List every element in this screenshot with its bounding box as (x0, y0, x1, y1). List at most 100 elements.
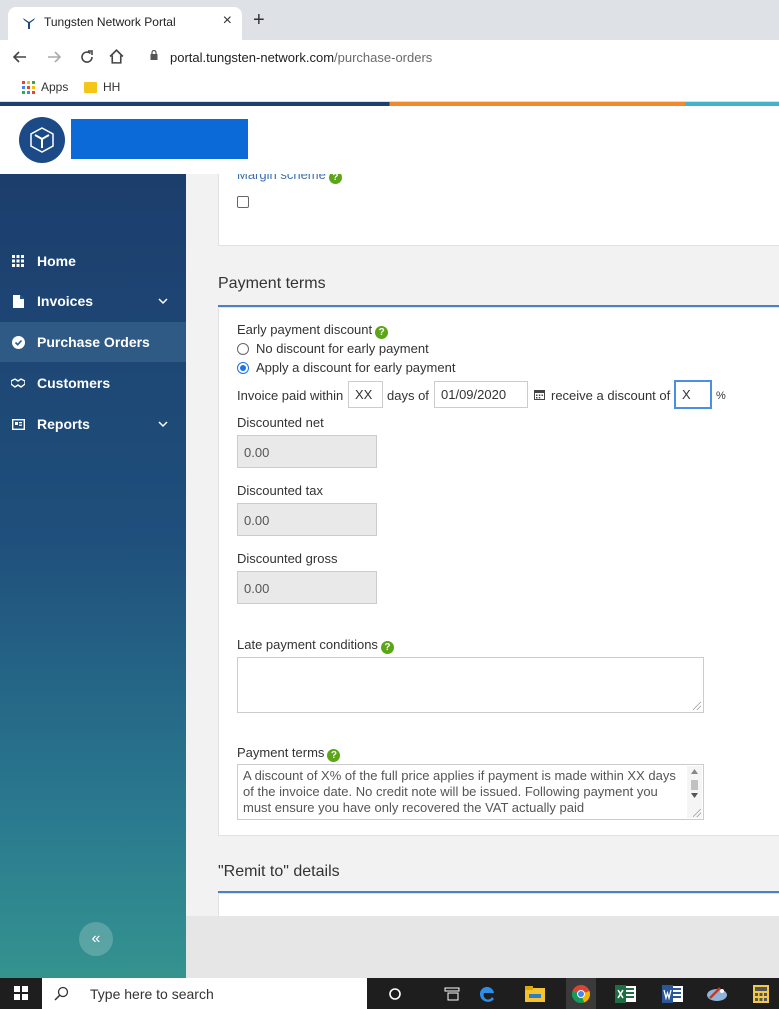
receive-discount-label: receive a discount of (551, 388, 671, 403)
url-path: /purchase-orders (334, 50, 433, 65)
remit-to-card (218, 893, 779, 916)
page-footer-area (186, 916, 779, 978)
apps-grid-icon (22, 80, 35, 94)
bookmark-label: HH (103, 80, 121, 94)
edge-browser-icon[interactable] (476, 983, 498, 1005)
apply-discount-label[interactable]: Apply a discount for early payment (256, 360, 455, 375)
tungsten-logo-icon[interactable] (19, 117, 65, 163)
snipping-tool-icon[interactable] (706, 983, 728, 1005)
browser-tab[interactable]: Tungsten Network Portal × (8, 7, 242, 40)
help-icon[interactable]: ? (375, 326, 389, 339)
sidebar-item-label: Home (37, 253, 76, 269)
resize-grip-icon[interactable] (693, 809, 701, 817)
discounted-net-field: 0.00 (237, 435, 377, 468)
payment-terms-value: A discount of X% of the full price appli… (243, 768, 676, 815)
check-circle-icon (11, 335, 25, 349)
scroll-thumb[interactable] (691, 780, 698, 790)
chrome-icon[interactable] (566, 978, 596, 1009)
browser-tab-bar: Tungsten Network Portal × + (0, 0, 779, 40)
margin-scheme-text: Margin scheme (237, 174, 326, 182)
date-input[interactable] (434, 381, 528, 408)
vat-details-card: Margin scheme? (218, 174, 779, 246)
late-payment-conditions-textarea[interactable] (237, 657, 704, 713)
new-tab-button[interactable]: + (253, 9, 265, 32)
apply-discount-radio[interactable] (237, 362, 249, 374)
collapse-sidebar-button[interactable]: « (79, 922, 113, 956)
scroll-up-icon[interactable] (691, 769, 698, 774)
chevron-down-icon[interactable] (158, 419, 168, 429)
scroll-down-icon[interactable] (691, 793, 698, 798)
report-icon (11, 417, 25, 431)
invoice-paid-within-label: Invoice paid within (237, 388, 344, 403)
file-explorer-icon[interactable] (524, 983, 546, 1005)
sidebar-item-label: Purchase Orders (37, 334, 150, 350)
url-field[interactable]: portal.tungsten-network.com/purchase-ord… (140, 44, 779, 71)
bookmark-hh[interactable]: HH (84, 80, 120, 94)
days-input[interactable] (348, 381, 383, 408)
sidebar-item-purchase-orders[interactable]: Purchase Orders (0, 322, 186, 362)
remit-to-heading: "Remit to" details (218, 863, 340, 880)
url-host: portal.tungsten-network.com (170, 50, 335, 65)
resize-grip-icon[interactable] (693, 702, 701, 710)
chevron-down-icon[interactable] (158, 296, 168, 306)
sidebar-item-home[interactable]: Home (0, 241, 186, 281)
lock-icon[interactable] (150, 50, 158, 60)
margin-scheme-checkbox[interactable] (237, 196, 249, 208)
address-bar: portal.tungsten-network.com/purchase-ord… (0, 40, 779, 74)
main-content: Margin scheme? Payment terms Early payme… (186, 174, 779, 916)
cortana-icon[interactable] (384, 983, 406, 1005)
home-icon[interactable] (108, 48, 125, 65)
early-payment-discount-text: Early payment discount (237, 322, 373, 337)
folder-icon (84, 81, 97, 93)
url-text: portal.tungsten-network.com/purchase-ord… (170, 50, 432, 65)
sidebar-item-label: Customers (37, 375, 111, 391)
task-view-icon[interactable] (441, 983, 463, 1005)
no-discount-radio[interactable] (237, 343, 249, 355)
sidebar-item-label: Reports (37, 416, 90, 432)
days-of-label: days of (387, 388, 429, 403)
tab-title: Tungsten Network Portal (44, 15, 176, 29)
windows-start-icon[interactable] (14, 986, 28, 1000)
margin-scheme-label: Margin scheme? (237, 174, 342, 184)
sidebar-item-invoices[interactable]: Invoices (0, 281, 186, 321)
forward-arrow-icon[interactable] (46, 49, 62, 65)
no-discount-label[interactable]: No discount for early payment (256, 341, 429, 356)
grid-icon (11, 254, 25, 268)
help-icon[interactable]: ? (328, 174, 342, 184)
windows-taskbar: Type here to search (0, 978, 779, 1009)
back-arrow-icon[interactable] (12, 49, 28, 65)
percent-label: % (716, 390, 726, 402)
help-icon[interactable]: ? (380, 641, 394, 654)
redacted-header-block (71, 119, 248, 159)
sidebar: Home Invoices Purchase Orders Customers … (0, 174, 186, 978)
discounted-tax-label: Discounted tax (237, 483, 323, 498)
discounted-gross-field: 0.00 (237, 571, 377, 604)
excel-icon[interactable] (615, 983, 637, 1005)
late-payment-conditions-label: Late payment conditions? (237, 637, 394, 654)
bookmarks-bar: Apps HH (0, 74, 779, 102)
close-tab-icon[interactable]: × (223, 12, 232, 30)
help-icon[interactable]: ? (327, 749, 341, 762)
payment-terms-heading: Payment terms (218, 275, 326, 292)
tungsten-favicon-icon (23, 18, 35, 29)
payment-terms-label: Payment terms? (237, 745, 341, 762)
discounted-gross-label: Discounted gross (237, 551, 338, 566)
search-icon (54, 986, 69, 1001)
bookmark-apps[interactable]: Apps (22, 80, 68, 94)
sidebar-item-label: Invoices (37, 293, 94, 309)
taskbar-search-placeholder: Type here to search (90, 986, 214, 1002)
early-payment-discount-label: Early payment discount? (237, 322, 389, 339)
payment-terms-textarea[interactable]: A discount of X% of the full price appli… (237, 764, 704, 820)
taskbar-search-box[interactable]: Type here to search (42, 978, 367, 1009)
app-header (0, 106, 779, 174)
calendar-icon[interactable] (534, 389, 545, 400)
reload-icon[interactable] (79, 49, 95, 65)
payment-terms-text-label: Payment terms (237, 745, 325, 760)
discount-percent-input[interactable] (675, 381, 711, 408)
handshake-icon (11, 376, 25, 390)
calculator-icon[interactable] (750, 983, 772, 1005)
word-icon[interactable] (662, 983, 684, 1005)
document-icon (11, 294, 25, 308)
sidebar-item-customers[interactable]: Customers (0, 363, 186, 403)
sidebar-item-reports[interactable]: Reports (0, 404, 186, 444)
